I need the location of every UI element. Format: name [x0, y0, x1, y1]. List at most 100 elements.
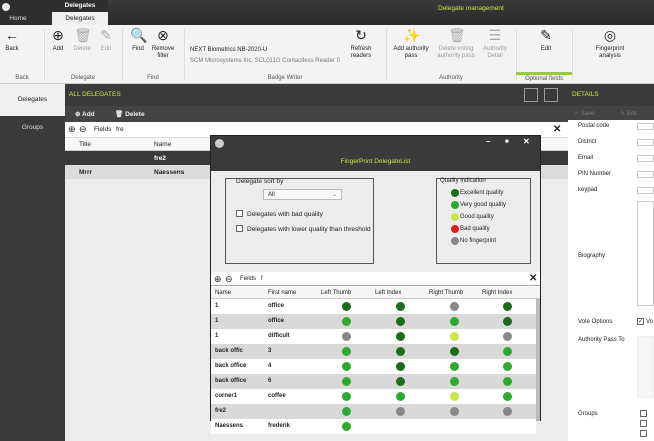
- group-checkbox[interactable]: [640, 430, 647, 437]
- maximize-panel-icon[interactable]: [544, 88, 558, 102]
- postal-code-field[interactable]: [637, 123, 654, 130]
- remove-filter-icon[interactable]: ⊖: [79, 125, 87, 134]
- clear-filter-icon[interactable]: ✕: [529, 273, 537, 284]
- col-right-index[interactable]: Right Index: [482, 290, 512, 296]
- table-row[interactable]: back office 6: [211, 374, 536, 389]
- col-right-thumb[interactable]: Right Thumb: [429, 290, 463, 296]
- cell-name: back office: [215, 363, 247, 369]
- refresh-readers-button[interactable]: ↻ Refresh readers: [346, 27, 376, 60]
- maximize-icon[interactable]: ■: [505, 139, 509, 145]
- col-name[interactable]: Name: [154, 141, 171, 148]
- dialog-app-icon: [215, 139, 224, 148]
- dialog-title: FingerPrint DelegateList: [340, 158, 411, 165]
- sort-by-select[interactable]: All ⌄: [263, 189, 342, 200]
- remove-filter-icon[interactable]: ⊖: [225, 275, 233, 284]
- app-menu-icon[interactable]: [2, 3, 10, 11]
- col-first-name[interactable]: First name: [268, 290, 296, 296]
- cell-first-name: 4: [268, 363, 272, 369]
- table-row[interactable]: corner1 coffee: [211, 389, 536, 404]
- quality-indicator-icon: [450, 407, 459, 416]
- keypad-field[interactable]: [637, 187, 654, 194]
- quality-indicator-icon: [396, 302, 405, 311]
- table-row[interactable]: 1 office: [211, 314, 536, 329]
- quality-indicator-icon: [396, 347, 405, 356]
- nav-item-delegates[interactable]: Delegates: [0, 84, 65, 116]
- grid-scrollbar[interactable]: [536, 299, 540, 421]
- list-delete-button[interactable]: 🗑 Delete: [115, 110, 145, 118]
- list-filter-input[interactable]: fre: [116, 126, 124, 133]
- authority-pass-to-field[interactable]: [637, 336, 654, 398]
- back-button[interactable]: ← Back: [2, 27, 22, 53]
- col-title[interactable]: Title: [79, 141, 91, 148]
- biography-field[interactable]: [637, 201, 654, 306]
- window-title: Delegate management: [438, 5, 504, 12]
- delete-button[interactable]: 🗑 Delete: [70, 27, 94, 53]
- nav-item-groups[interactable]: Groups: [0, 116, 65, 140]
- list-add-button[interactable]: ⊕ Add: [75, 110, 95, 118]
- email-field[interactable]: [637, 155, 654, 162]
- cell-first-name: coffee: [268, 393, 286, 399]
- badge-writer-title: NEXT Biometrics NB-2020-U: [190, 47, 268, 53]
- details-title: DETAILS: [572, 91, 599, 98]
- label-biography: Biography: [578, 253, 606, 259]
- col-left-index[interactable]: Left Index: [375, 290, 401, 296]
- quality-indicator-icon: [342, 407, 351, 416]
- group-label-authority: Authority: [439, 75, 463, 81]
- quality-indicator-icon: [450, 392, 459, 401]
- details-save-button[interactable]: ✓ Save: [574, 110, 594, 117]
- optional-edit-button[interactable]: ✎ Edit: [532, 27, 560, 53]
- quality-indicator-icon: [342, 302, 351, 311]
- remove-filter-button[interactable]: ⊗ Remove filter: [150, 27, 176, 60]
- list-icon: ☰: [488, 27, 502, 43]
- find-button[interactable]: 🔍 Find: [128, 27, 148, 53]
- cell-name: fre2: [215, 408, 227, 414]
- group-checkbox[interactable]: [640, 420, 647, 427]
- quality-dot-icon: [451, 213, 459, 221]
- bad-quality-checkbox[interactable]: [236, 210, 243, 217]
- table-row[interactable]: back office 4: [211, 359, 536, 374]
- delete-voting-authority-pass-button[interactable]: 🗑 Delete voting authority pass: [434, 27, 478, 60]
- close-icon[interactable]: ✕: [523, 137, 530, 146]
- table-row[interactable]: Naessens frederik: [211, 419, 536, 434]
- window-title-area: Delegate management: [108, 0, 654, 25]
- cell-name: fre2: [154, 155, 166, 162]
- col-left-thumb[interactable]: Left Thumb: [321, 290, 351, 296]
- group-checkbox[interactable]: [640, 410, 647, 417]
- quality-indicator-icon: [450, 362, 459, 371]
- list-toolbar: ⊕ Add 🗑 Delete: [65, 106, 568, 122]
- authority-detail-button[interactable]: ☰ Authority Detail: [480, 27, 510, 60]
- quality-dot-icon: [451, 201, 459, 209]
- grid-filter-input[interactable]: f: [261, 276, 263, 282]
- add-filter-icon[interactable]: ⊕: [214, 275, 222, 284]
- quality-indicator-icon: [503, 317, 512, 326]
- district-field[interactable]: [637, 139, 654, 146]
- clear-filter-icon[interactable]: ✕: [553, 124, 561, 135]
- add-authority-pass-button[interactable]: ✨ Add authority pass: [390, 27, 432, 60]
- tab-delegates[interactable]: Delegates: [52, 12, 108, 25]
- quality-legend-label: Good quality: [460, 214, 494, 220]
- vote-options-checkbox[interactable]: ✓: [637, 318, 644, 325]
- quality-legend-title: Quality indication: [440, 178, 486, 184]
- col-name[interactable]: Name: [215, 290, 231, 296]
- context-tab-label: Delegates: [64, 2, 96, 9]
- quality-indicator-icon: [396, 317, 405, 326]
- edit-button[interactable]: ✎ Edit: [96, 27, 116, 53]
- trash-icon: 🗑: [448, 27, 466, 43]
- fingerprint-analysis-button[interactable]: ◎ Fingerprint analysis: [588, 27, 632, 60]
- table-row[interactable]: back offic 3: [211, 344, 536, 359]
- table-row[interactable]: 1 difficult: [211, 329, 536, 344]
- quality-indicator-icon: [396, 407, 405, 416]
- table-row[interactable]: 1 office: [211, 299, 536, 314]
- details-edit-button[interactable]: ✎ Edit: [620, 110, 637, 117]
- lower-quality-checkbox[interactable]: [236, 225, 243, 232]
- table-row[interactable]: fre2: [211, 404, 536, 419]
- view-toggle-icon[interactable]: [524, 88, 538, 102]
- add-filter-icon[interactable]: ⊕: [68, 125, 76, 134]
- quality-indicator-icon: [503, 407, 512, 416]
- tab-home[interactable]: Home: [0, 12, 36, 25]
- quality-indicator-icon: [503, 332, 512, 341]
- add-button[interactable]: ⊕ Add: [48, 27, 68, 53]
- refresh-icon: ↻: [355, 27, 367, 43]
- minimize-icon[interactable]: –: [486, 137, 490, 146]
- pin-number-field[interactable]: [637, 171, 654, 178]
